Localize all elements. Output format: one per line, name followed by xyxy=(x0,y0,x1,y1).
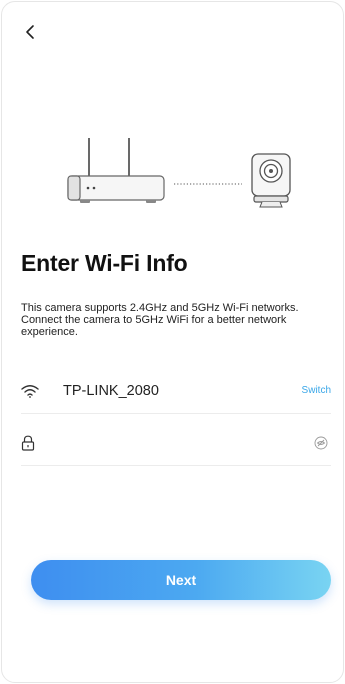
back-button[interactable] xyxy=(18,20,42,44)
app-screen: Enter Wi-Fi Info This camera supports 2.… xyxy=(1,1,344,683)
lock-icon xyxy=(21,435,45,451)
page-title: Enter Wi-Fi Info xyxy=(21,250,188,276)
router-icon xyxy=(67,175,165,203)
wifi-ssid: TP-LINK_2080 xyxy=(63,382,159,399)
chevron-left-icon xyxy=(26,25,34,39)
wifi-icon xyxy=(21,384,45,398)
toggle-password-visibility-button[interactable] xyxy=(311,433,331,453)
page-subtitle: This camera supports 2.4GHz and 5GHz Wi-… xyxy=(21,302,299,338)
eye-icon xyxy=(314,436,328,449)
next-button[interactable]: Next xyxy=(31,560,331,600)
password-input[interactable] xyxy=(63,427,311,458)
wifi-row: TP-LINK_2080 Switch xyxy=(21,368,331,414)
router-camera-illustration xyxy=(67,138,291,208)
camera-icon xyxy=(251,153,291,208)
password-row xyxy=(21,420,331,466)
switch-network-link[interactable]: Switch xyxy=(302,385,331,396)
